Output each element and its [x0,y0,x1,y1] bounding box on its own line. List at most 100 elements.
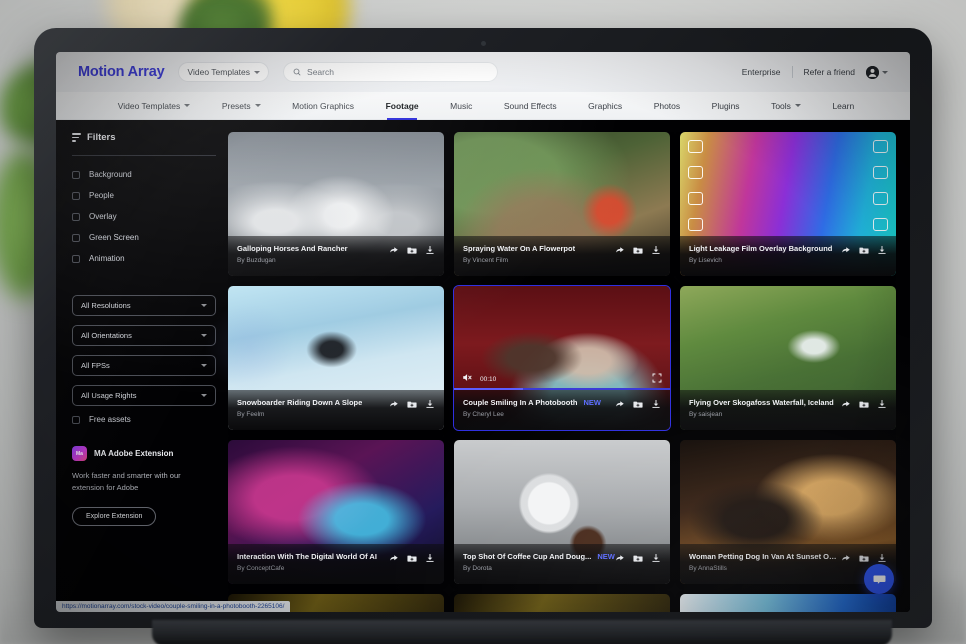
download-icon-button[interactable] [425,399,435,409]
asset-title[interactable]: Top Shot Of Coffee Cup And Doug... NEW [463,552,615,561]
download-icon [426,554,434,562]
add-to-collection-icon-button[interactable] [407,245,417,255]
asset-title[interactable]: Interaction With The Digital World Of AI [237,552,389,561]
asset-title[interactable]: Light Leakage Film Overlay Background [689,244,841,253]
filter-checkbox-people[interactable]: People [72,191,216,200]
share-icon-button[interactable] [615,245,625,255]
asset-card[interactable] [680,594,896,612]
asset-card[interactable]: Light Leakage Film Overlay Background By … [680,132,896,276]
asset-title[interactable]: Spraying Water On A Flowerpot [463,244,615,253]
asset-card[interactable] [454,594,670,612]
refer-a-friend-link[interactable]: Refer a friend [804,67,856,77]
add-to-collection-icon-button[interactable] [407,399,417,409]
filter-select-all-orientations[interactable]: All Orientations [72,325,216,346]
browser-page: Motion Array Video Templates Search Ente… [56,52,910,612]
asset-title-text: Spraying Water On A Flowerpot [463,244,576,253]
category-selector[interactable]: Video Templates [178,62,270,82]
asset-author[interactable]: By Buzdugan [237,257,389,264]
asset-card[interactable]: Interaction With The Digital World Of AI… [228,440,444,584]
nav-item-footage[interactable]: Footage [370,101,435,111]
asset-title[interactable]: Woman Petting Dog In Van At Sunset On ..… [689,552,841,561]
add-to-collection-icon-button[interactable] [407,553,417,563]
asset-author[interactable]: By Dorota [463,565,615,572]
share-icon-button[interactable] [389,245,399,255]
asset-thumbnail[interactable] [454,594,670,612]
asset-thumbnail[interactable] [680,594,896,612]
add-to-collection-icon [859,555,869,562]
download-icon-button[interactable] [425,553,435,563]
nav-item-video-templates[interactable]: Video Templates [102,101,206,111]
share-icon-button[interactable] [841,399,851,409]
account-menu[interactable] [866,65,888,79]
asset-author[interactable]: By Lisevich [689,257,841,264]
add-to-collection-icon-button[interactable] [633,245,643,255]
download-icon-button[interactable] [877,553,887,563]
explore-extension-button[interactable]: Explore Extension [72,507,157,527]
nav-item-label: Music [450,100,473,111]
download-icon-button[interactable] [877,399,887,409]
nav-item-photos[interactable]: Photos [638,101,696,111]
asset-card[interactable]: Galloping Horses And Rancher By Buzdugan [228,132,444,276]
asset-author[interactable]: By Cheryl Lee [463,411,615,418]
free-assets-checkbox[interactable]: Free assets [72,415,216,424]
search-input[interactable]: Search [283,62,499,82]
asset-title[interactable]: Snowboarder Riding Down A Slope [237,398,389,407]
asset-title[interactable]: Galloping Horses And Rancher [237,244,389,253]
filter-checkbox-animation[interactable]: Animation [72,254,216,263]
page-body: Filters Background People Overlay Green Scr… [56,120,910,612]
add-to-collection-icon [859,401,869,408]
asset-author[interactable]: By saisjean [689,411,841,418]
share-icon-button[interactable] [389,553,399,563]
asset-card[interactable]: Spraying Water On A Flowerpot By Vincent … [454,132,670,276]
share-icon-button[interactable] [615,553,625,563]
asset-title[interactable]: Flying Over Skogafoss Waterfall, Iceland [689,398,841,407]
asset-card[interactable]: Flying Over Skogafoss Waterfall, Iceland… [680,286,896,430]
download-icon-button[interactable] [651,245,661,255]
asset-card[interactable]: Snowboarder Riding Down A Slope By Feelm [228,286,444,430]
filter-select-all-usage-rights[interactable]: All Usage Rights [72,385,216,406]
filter-checkbox-green-screen[interactable]: Green Screen [72,233,216,242]
download-icon-button[interactable] [651,553,661,563]
filter-checkbox-overlay[interactable]: Overlay [72,212,216,221]
nav-item-learn[interactable]: Learn [817,101,870,111]
nav-item-tools[interactable]: Tools [755,101,816,111]
nav-item-graphics[interactable]: Graphics [572,101,638,111]
chat-support-button[interactable] [864,564,894,594]
asset-title-text: Couple Smiling In A Photobooth [463,398,578,407]
add-to-collection-icon-button[interactable] [633,399,643,409]
asset-author[interactable]: By Vincent Film [463,257,615,264]
nav-item-motion-graphics[interactable]: Motion Graphics [276,101,369,111]
add-to-collection-icon-button[interactable] [859,553,869,563]
share-icon-button[interactable] [841,245,851,255]
add-to-collection-icon-button[interactable] [859,245,869,255]
add-to-collection-icon-button[interactable] [859,399,869,409]
fullscreen-icon[interactable] [652,370,662,388]
asset-author[interactable]: By ConceptCafe [237,565,389,572]
asset-author[interactable]: By Feelm [237,411,389,418]
brand-logo[interactable]: Motion Array [78,64,165,80]
filter-select-all-resolutions[interactable]: All Resolutions [72,295,216,316]
asset-card[interactable]: 00:10 Couple Smiling In A Photobooth NEW By… [454,286,670,430]
share-icon-button[interactable] [615,399,625,409]
filter-select-all-fpss[interactable]: All FPSs [72,355,216,376]
asset-title-text: Snowboarder Riding Down A Slope [237,398,363,407]
nav-item-music[interactable]: Music [434,101,488,111]
film-perforation-icon [873,218,888,231]
nav-item-presets[interactable]: Presets [206,101,276,111]
asset-title[interactable]: Couple Smiling In A Photobooth NEW [463,398,615,407]
share-icon-button[interactable] [389,399,399,409]
nav-item-sound-effects[interactable]: Sound Effects [488,101,572,111]
film-perforation-icon [688,218,703,231]
download-icon-button[interactable] [425,245,435,255]
download-icon-button[interactable] [877,245,887,255]
asset-author[interactable]: By AnnaStills [689,565,841,572]
nav-item-plugins[interactable]: Plugins [696,101,755,111]
enterprise-link[interactable]: Enterprise [742,67,781,77]
add-to-collection-icon-button[interactable] [633,553,643,563]
asset-card[interactable]: Top Shot Of Coffee Cup And Doug... NEW By … [454,440,670,584]
volume-mute-icon[interactable] [462,370,473,388]
filter-checkbox-background[interactable]: Background [72,170,216,179]
download-icon-button[interactable] [651,399,661,409]
share-icon-button[interactable] [841,553,851,563]
asset-card[interactable]: Woman Petting Dog In Van At Sunset On ..… [680,440,896,584]
